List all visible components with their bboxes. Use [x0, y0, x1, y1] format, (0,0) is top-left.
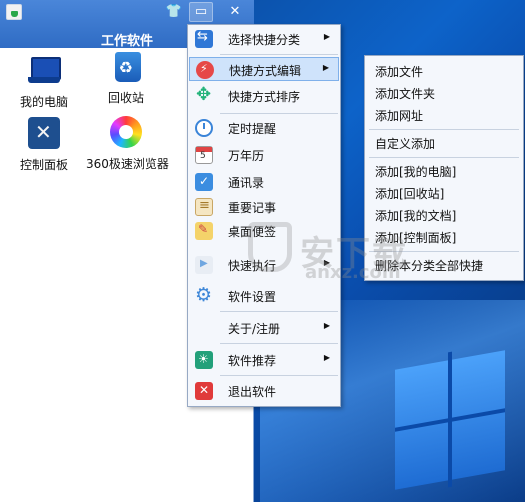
exit-icon	[195, 382, 213, 400]
menu-item-recommend[interactable]: 软件推荐 ▶	[189, 348, 339, 372]
desktop-item-label: 360极速浏览器	[86, 157, 169, 171]
menu-item-label: 选择快捷分类	[228, 33, 301, 47]
menu-item-settings[interactable]: 软件设置	[189, 284, 339, 308]
submenu-separator	[369, 157, 519, 158]
menu-item-label: 退出软件	[228, 385, 277, 399]
submenu-item-add-url[interactable]: 添加网址	[375, 107, 423, 124]
submenu-item-custom-add[interactable]: 自定义添加	[375, 135, 435, 152]
watermark-logo	[248, 222, 292, 272]
desktop-item-label: 回收站	[107, 91, 144, 105]
submenu-item-add-file[interactable]: 添加文件	[375, 63, 423, 80]
menu-item-label: 重要记事	[228, 201, 277, 215]
menu-item-important-notes[interactable]: 重要记事	[189, 195, 339, 219]
context-menu: 选择快捷分类 ▶ 快捷方式编辑 ▶ 快捷方式排序 定时提醒 万年历 通讯录 重要…	[187, 24, 341, 407]
move-icon	[195, 84, 213, 105]
desktop-item-label: 我的电脑	[19, 95, 68, 109]
menu-item-label: 通讯录	[228, 176, 265, 190]
menu-item-shortcut-sort[interactable]: 快捷方式排序	[189, 84, 339, 108]
desktop-item-my-computer[interactable]: 我的电脑	[4, 54, 84, 110]
submenu-arrow-icon: ▶	[323, 32, 330, 41]
submenu-item-add-folder[interactable]: 添加文件夹	[375, 85, 435, 102]
sticky-note-icon	[195, 222, 213, 240]
shirt-icon[interactable]: 👕	[162, 2, 186, 22]
watermark-subtext: anxz.com	[305, 262, 401, 283]
menu-item-select-category[interactable]: 选择快捷分类 ▶	[189, 27, 339, 51]
menu-separator	[220, 54, 338, 55]
menu-separator	[220, 343, 338, 344]
calendar-icon	[195, 146, 213, 164]
recommend-icon	[195, 351, 213, 369]
restore-icon[interactable]: ▭	[189, 2, 213, 22]
menu-item-timed-reminder[interactable]: 定时提醒	[189, 116, 339, 140]
clock-icon	[195, 119, 213, 137]
menu-item-label: 快捷方式排序	[228, 90, 301, 104]
menu-item-exit[interactable]: 退出软件	[189, 379, 339, 403]
menu-item-label: 软件设置	[228, 290, 277, 304]
submenu-item-add-recycle-bin[interactable]: 添加[回收站]	[375, 185, 444, 202]
laptop-icon	[28, 54, 61, 86]
switch-icon	[195, 29, 213, 48]
menu-item-contacts[interactable]: 通讯录	[189, 170, 339, 194]
gear-icon	[195, 284, 213, 306]
menu-item-label: 万年历	[228, 149, 265, 163]
menu-item-shortcut-edit[interactable]: 快捷方式编辑 ▶	[189, 57, 339, 81]
submenu-item-add-my-documents[interactable]: 添加[我的文档]	[375, 207, 456, 224]
submenu-item-add-my-computer[interactable]: 添加[我的电脑]	[375, 163, 456, 180]
menu-separator	[220, 311, 338, 312]
submenu-arrow-icon: ▶	[323, 353, 330, 362]
menu-separator	[220, 375, 338, 376]
control-panel-icon	[28, 117, 60, 149]
edit-shortcut-icon	[196, 61, 214, 79]
submenu-separator	[369, 129, 519, 130]
menu-item-label: 定时提醒	[228, 122, 277, 136]
contacts-icon	[195, 173, 213, 191]
menu-item-label: 快捷方式编辑	[229, 64, 302, 78]
menu-item-label: 软件推荐	[228, 354, 277, 368]
menu-item-about-register[interactable]: 关于/注册 ▶	[189, 316, 339, 340]
recycle-bin-icon	[114, 52, 141, 82]
desktop-item-recycle-bin[interactable]: 回收站	[86, 52, 166, 106]
menu-separator	[220, 113, 338, 114]
close-icon[interactable]: ✕	[223, 2, 247, 22]
submenu-arrow-icon: ▶	[323, 321, 330, 330]
menu-item-label: 关于/注册	[228, 322, 281, 336]
desktop-item-label: 控制面板	[19, 158, 68, 172]
run-icon	[195, 256, 213, 274]
desktop-item-control-panel[interactable]: 控制面板	[4, 117, 84, 173]
browser-icon	[110, 116, 142, 148]
notes-icon	[195, 198, 213, 216]
desktop-item-360-browser[interactable]: 360极速浏览器	[86, 116, 169, 172]
menu-item-calendar[interactable]: 万年历	[189, 143, 339, 167]
app-logo-icon	[6, 4, 22, 20]
submenu-arrow-icon: ▶	[322, 63, 329, 72]
